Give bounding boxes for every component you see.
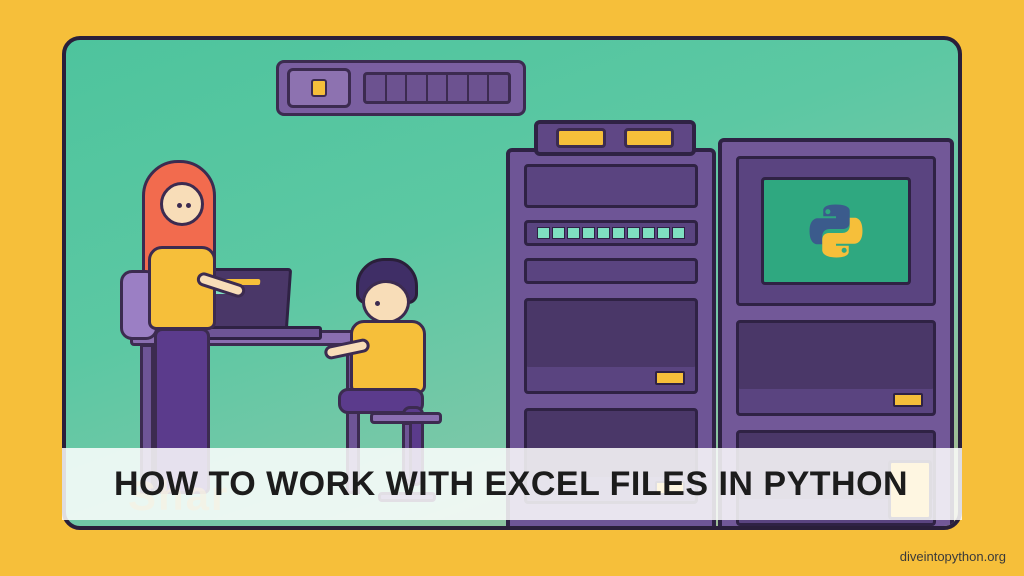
page-title: HOW TO WORK WITH EXCEL FILES IN PYTHON	[114, 465, 908, 504]
wall-mounted-rack	[276, 60, 526, 116]
rack-panel	[524, 164, 698, 208]
rack-slots	[363, 72, 511, 104]
rack-panel	[524, 258, 698, 284]
rack-end-cap	[287, 68, 351, 108]
face	[160, 182, 204, 226]
rack-indicator-bar	[524, 220, 698, 246]
server-rack-top-cartridges	[534, 120, 696, 156]
title-banner: HOW TO WORK WITH EXCEL FILES IN PYTHON	[62, 448, 962, 520]
shirt	[148, 246, 216, 330]
face	[362, 280, 410, 324]
shirt	[350, 320, 426, 394]
drive-bay	[524, 298, 698, 394]
monitor-bezel	[736, 156, 936, 306]
source-credit: diveintopython.org	[900, 549, 1006, 564]
monitor-screen	[761, 177, 911, 285]
drive-bay	[736, 320, 936, 416]
python-logo-icon	[808, 203, 864, 259]
